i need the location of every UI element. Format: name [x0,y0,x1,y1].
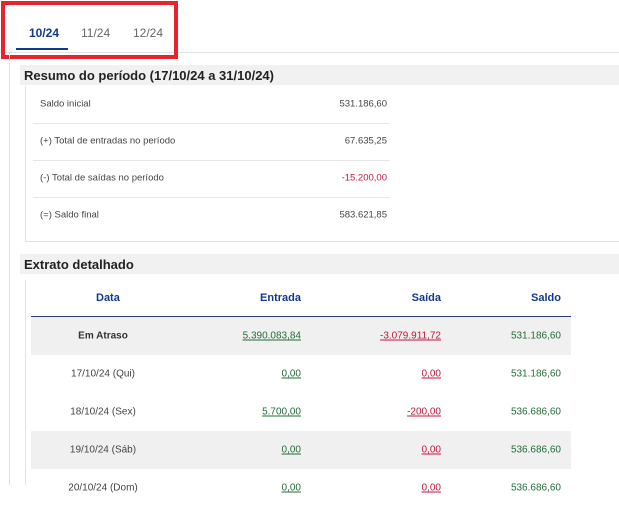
summary-section-header: Resumo do período (17/10/24 a 31/10/24) [20,65,619,85]
table-header: Data Entrada Saída Saldo [31,280,571,317]
summary-label: (+) Total de entradas no período [40,135,176,147]
summary-card: Saldo inicial 531.186,60 (+) Total de en… [25,86,619,242]
column-header-entrada: Entrada [260,292,301,304]
row-entrada-link[interactable]: 0,00 [282,483,301,494]
column-header-data: Data [96,292,120,304]
row-saldo: 536.686,60 [510,406,561,418]
row-entrada-link[interactable]: 5.390.083,84 [243,331,301,342]
row-saldo: 531.186,60 [510,368,561,380]
table-row: 19/10/24 (Sáb) 0,00 0,00 536.686,60 [31,431,571,469]
row-entrada-link[interactable]: 0,00 [282,369,301,380]
summary-title: Resumo do período (17/10/24 a 31/10/24) [24,68,274,83]
row-saida-link[interactable]: 0,00 [422,445,441,456]
content-frame-border [9,52,10,485]
table-row: Em Atraso 5.390.083,84 -3.079.911,72 531… [31,317,571,355]
tabs-highlight-annotation [1,1,178,59]
table-row: 20/10/24 (Dom) 0,00 0,00 536.686,60 [68,482,561,494]
table-row: 18/10/24 (Sex) 5.700,00 -200,00 536.686,… [70,406,561,418]
summary-value: 583.621,85 [339,209,387,221]
summary-row-total-saidas: (-) Total de saídas no período -15.200,0… [33,160,390,198]
summary-row-saldo-inicial: Saldo inicial 531.186,60 [33,86,390,124]
row-saida-link[interactable]: 0,00 [422,369,441,380]
table-row: 17/10/24 (Qui) 0,00 0,00 531.186,60 [71,368,561,380]
summary-label: (=) Saldo final [40,209,99,221]
extrato-table: Data Entrada Saída Saldo Em Atraso 5.390… [25,280,619,494]
summary-value: -15.200,00 [341,172,387,184]
row-saida-link[interactable]: 0,00 [422,483,441,494]
extrato-title: Extrato detalhado [24,257,134,272]
summary-value: 531.186,60 [339,98,387,110]
column-header-saldo: Saldo [531,292,561,304]
row-saida-link[interactable]: -200,00 [407,407,441,418]
summary-label: (-) Total de saídas no período [40,172,164,184]
extrato-section-header: Extrato detalhado [20,254,619,274]
row-saldo: 536.686,60 [510,444,561,456]
summary-value: 67.635,25 [344,135,387,147]
row-entrada-link[interactable]: 5.700,00 [262,407,301,418]
row-entrada-link[interactable]: 0,00 [282,445,301,456]
column-header-saida: Saída [411,292,441,304]
summary-row-saldo-final: (=) Saldo final 583.621,85 [33,197,390,234]
row-saldo: 536.686,60 [510,482,561,494]
row-saida-link[interactable]: -3.079.911,72 [380,331,441,342]
summary-row-total-entradas: (+) Total de entradas no período 67.635,… [33,123,390,161]
row-saldo: 531.186,60 [510,330,561,342]
summary-label: Saldo inicial [40,98,91,110]
